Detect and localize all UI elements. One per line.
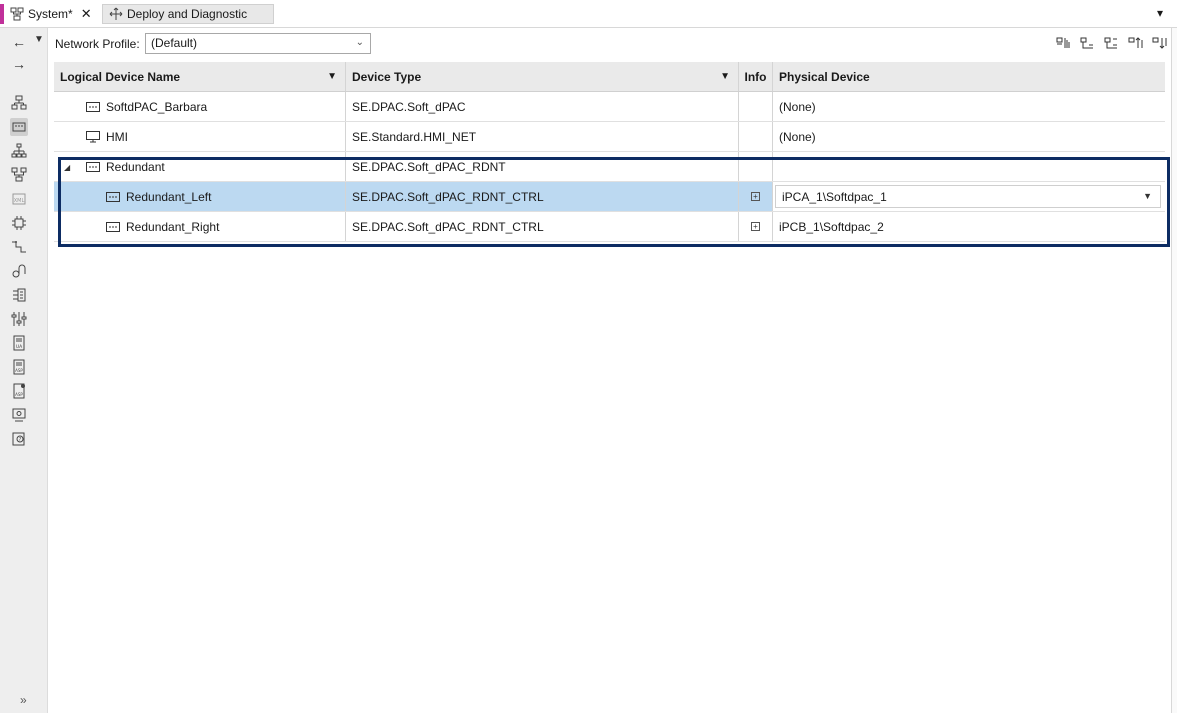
view-menu-icon[interactable]: ▾ xyxy=(1157,6,1163,20)
chevron-down-icon: ⌄ xyxy=(355,37,364,48)
ua-document-icon[interactable]: UA xyxy=(10,334,28,352)
device-type-cell[interactable]: SE.Standard.HMI_NET xyxy=(346,122,739,151)
network-profile-value: (Default) xyxy=(151,36,198,50)
column-header-info[interactable]: Info xyxy=(739,62,773,91)
network-profile-label: Network Profile: xyxy=(55,37,140,51)
left-toolbar: ← ▼ → XML UA ASP ASP ? » xyxy=(0,28,48,713)
column-header-device-type[interactable]: Device Type ▼ xyxy=(346,62,739,91)
svg-text:UA: UA xyxy=(16,344,23,350)
physical-device-cell[interactable] xyxy=(773,152,1165,181)
logical-device-name-cell[interactable]: Redundant_Right xyxy=(54,212,346,241)
close-tab-icon[interactable]: ✕ xyxy=(81,6,92,22)
table-row[interactable]: HMI SE.Standard.HMI_NET (None) xyxy=(54,122,1165,152)
expand-info-icon[interactable]: + xyxy=(751,222,760,231)
configuration-icon[interactable] xyxy=(10,406,28,424)
column-header-logical-device-name[interactable]: Logical Device Name ▼ xyxy=(54,62,346,91)
physical-device-dropdown[interactable]: iPCA_1\Softdpac_1 ▼ xyxy=(775,185,1161,208)
expand-level-icon[interactable] xyxy=(1103,36,1121,50)
table-row[interactable]: ◢ Redundant SE.DPAC.Soft_dPAC_RDNT xyxy=(54,152,1165,182)
chip-icon[interactable] xyxy=(10,214,28,232)
device-type-cell[interactable]: SE.DPAC.Soft_dPAC_RDNT xyxy=(346,152,739,181)
system-icon xyxy=(10,7,24,21)
tab-system[interactable]: System* ✕ xyxy=(0,4,102,24)
controller-icon xyxy=(106,221,120,232)
collapse-all-icon[interactable] xyxy=(1079,36,1097,50)
expand-all-icon[interactable] xyxy=(1055,36,1073,50)
column-header-physical-device[interactable]: Physical Device xyxy=(773,62,1165,91)
network-profile-select[interactable]: (Default) ⌄ xyxy=(145,33,371,54)
signal-flow-icon[interactable] xyxy=(10,238,28,256)
logical-device-name-cell[interactable]: SoftdPAC_Barbara xyxy=(54,92,346,121)
info-cell[interactable] xyxy=(739,92,773,121)
forward-arrow-icon[interactable]: → xyxy=(12,56,26,72)
physical-device-cell[interactable]: iPCB_1\Softdpac_2 xyxy=(773,212,1165,241)
filter-icon[interactable]: ▼ xyxy=(327,71,337,82)
svg-text:ASP: ASP xyxy=(15,368,23,373)
device-type-cell[interactable]: SE.DPAC.Soft_dPAC_RDNT_CTRL xyxy=(346,182,739,211)
controller-icon xyxy=(86,161,100,172)
info-cell[interactable]: + xyxy=(739,212,773,241)
physical-device-cell[interactable]: (None) xyxy=(773,92,1165,121)
filter-icon[interactable]: ▼ xyxy=(720,71,730,82)
physical-device-cell[interactable]: (None) xyxy=(773,122,1165,151)
deploy-icon xyxy=(109,7,123,21)
info-cell[interactable]: + xyxy=(739,182,773,211)
history-dropdown-icon[interactable]: ▼ xyxy=(34,34,44,45)
expand-info-icon[interactable]: + xyxy=(751,192,760,201)
table-row[interactable]: Redundant_Right SE.DPAC.Soft_dPAC_RDNT_C… xyxy=(54,212,1165,242)
chevron-down-icon: ▼ xyxy=(1143,191,1152,201)
tab-deploy-label: Deploy and Diagnostic xyxy=(127,7,248,21)
logical-devices-grid: Logical Device Name ▼ Device Type ▼ Info… xyxy=(54,62,1165,242)
asp-active-document-icon[interactable]: ASP xyxy=(10,382,28,400)
physical-device-cell[interactable]: iPCA_1\Softdpac_1 ▼ xyxy=(773,182,1165,211)
controller-icon xyxy=(106,191,120,202)
connections-icon[interactable] xyxy=(10,166,28,184)
svg-text:ASP: ASP xyxy=(15,392,23,397)
back-arrow-icon[interactable]: ← xyxy=(12,34,26,50)
devices-view-icon[interactable] xyxy=(10,118,28,136)
tab-deploy-and-diagnostic[interactable]: Deploy and Diagnostic xyxy=(102,4,274,24)
logical-device-name-cell[interactable]: HMI xyxy=(54,122,346,151)
monitor-icon xyxy=(86,130,100,142)
table-row[interactable]: SoftdPAC_Barbara SE.DPAC.Soft_dPAC (None… xyxy=(54,92,1165,122)
logical-device-name-cell[interactable]: ◢ Redundant xyxy=(54,152,346,181)
logical-device-name-cell[interactable]: Redundant_Left xyxy=(54,182,346,211)
svg-text:?: ? xyxy=(19,437,22,443)
sort-descending-icon[interactable] xyxy=(1151,36,1169,50)
collapse-tree-icon[interactable]: ◢ xyxy=(64,163,70,172)
mapping-icon[interactable] xyxy=(10,286,28,304)
tree-tools xyxy=(1055,36,1169,50)
svg-text:XML: XML xyxy=(14,198,25,204)
network-topology-icon[interactable] xyxy=(10,94,28,112)
more-tools-icon[interactable]: » xyxy=(20,693,27,707)
network-profile-toolbar: Network Profile: (Default) ⌄ xyxy=(48,28,1177,58)
settings-sliders-icon[interactable] xyxy=(10,310,28,328)
diagnostic-icon[interactable]: ? xyxy=(10,430,28,448)
asp-document-icon[interactable]: ASP xyxy=(10,358,28,376)
tab-system-label: System* xyxy=(28,7,73,21)
hierarchy-icon[interactable] xyxy=(10,142,28,160)
device-type-cell[interactable]: SE.DPAC.Soft_dPAC_RDNT_CTRL xyxy=(346,212,739,241)
sort-ascending-icon[interactable] xyxy=(1127,36,1145,50)
device-type-cell[interactable]: SE.DPAC.Soft_dPAC xyxy=(346,92,739,121)
xml-file-icon[interactable]: XML xyxy=(10,190,28,208)
table-row[interactable]: Redundant_Left SE.DPAC.Soft_dPAC_RDNT_CT… xyxy=(54,182,1165,212)
vertical-scrollbar[interactable] xyxy=(1171,28,1177,713)
controller-icon xyxy=(86,101,100,112)
grid-header: Logical Device Name ▼ Device Type ▼ Info… xyxy=(54,62,1165,92)
editor-tab-strip: System* ✕ Deploy and Diagnostic ▾ xyxy=(0,0,1177,28)
sync-icon[interactable] xyxy=(10,262,28,280)
info-cell[interactable] xyxy=(739,152,773,181)
info-cell[interactable] xyxy=(739,122,773,151)
